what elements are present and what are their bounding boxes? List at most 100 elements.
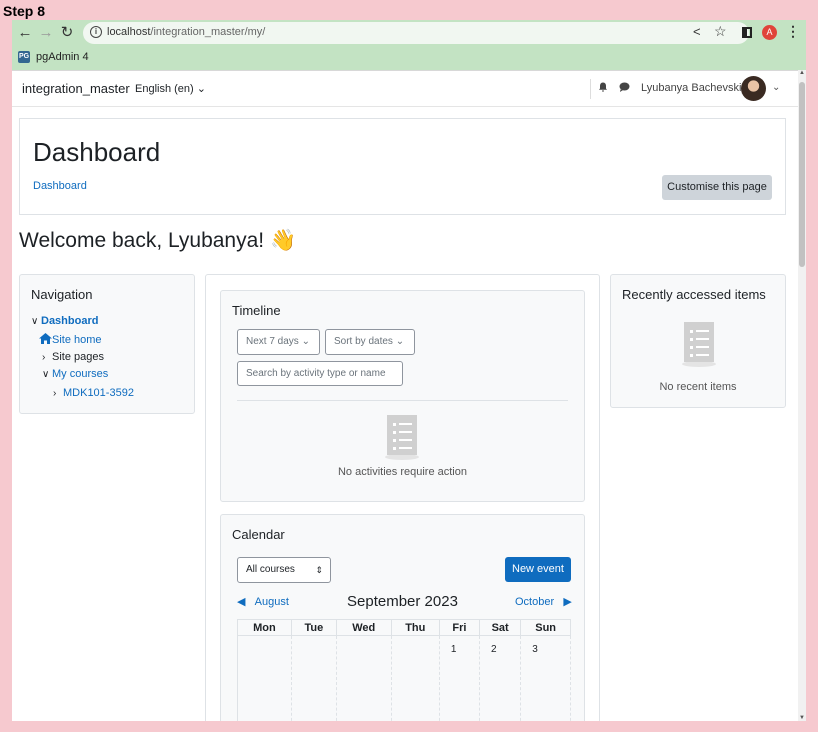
- timeline-block: Timeline Next 7 days ⌄ Sort by dates ⌄ S…: [220, 290, 585, 502]
- chevron-down-icon: ⌄: [196, 83, 206, 95]
- prev-month-link[interactable]: ◀ August: [237, 595, 289, 608]
- welcome-message: Welcome back, Lyubanya! 👋: [19, 229, 297, 252]
- main-region: Timeline Next 7 days ⌄ Sort by dates ⌄ S…: [205, 274, 600, 721]
- user-avatar[interactable]: [741, 76, 766, 101]
- bookmark-star-icon[interactable]: ☆: [714, 23, 727, 40]
- empty-recent-icon: [682, 322, 716, 367]
- calendar-title: Calendar: [232, 527, 285, 542]
- nav-item-course[interactable]: › MDK101-3592: [53, 387, 134, 399]
- weekday-header: Fri: [439, 619, 480, 636]
- calendar-course-select[interactable]: All courses ⇕: [237, 557, 331, 583]
- select-value: All courses: [246, 564, 295, 575]
- nav-item-site-pages[interactable]: › Site pages: [42, 351, 104, 363]
- scrollbar-thumb[interactable]: [799, 82, 805, 267]
- page-title: Dashboard: [33, 137, 161, 167]
- back-icon[interactable]: ←: [16, 24, 34, 42]
- page-content: integration_master English (en) ⌄ Lyuban…: [12, 70, 798, 721]
- recent-empty-text: No recent items: [659, 381, 737, 393]
- calendar-day-cell[interactable]: 3: [520, 635, 571, 721]
- chevron-down-icon: ⌄: [395, 336, 405, 347]
- new-event-button[interactable]: New event: [505, 557, 571, 582]
- divider: [590, 79, 591, 99]
- user-name[interactable]: Lyubanya Bachevskiy: [641, 82, 747, 94]
- customise-page-button[interactable]: Customise this page: [662, 175, 772, 200]
- home-icon: [39, 333, 52, 344]
- forward-icon[interactable]: →: [37, 24, 55, 42]
- menu-kebab-icon[interactable]: ⋮: [786, 23, 800, 40]
- calendar-day-cell[interactable]: [391, 635, 440, 721]
- page-header: Dashboard Dashboard Customise this page: [19, 118, 786, 215]
- timeline-sort-select[interactable]: Sort by dates ⌄: [325, 329, 415, 355]
- current-month: September 2023: [347, 593, 458, 610]
- browser-window: ← → ↻ i localhost/integration_master/my/…: [12, 20, 806, 721]
- side-panel-icon[interactable]: [742, 27, 752, 38]
- divider: [237, 400, 568, 401]
- next-month-link[interactable]: October ▶: [515, 595, 572, 608]
- pgadmin-icon: PG: [18, 51, 30, 63]
- reload-icon[interactable]: ↻: [58, 24, 76, 42]
- calendar-day-cell[interactable]: [291, 635, 337, 721]
- language-label: English (en): [135, 83, 194, 95]
- navigation-block: Navigation ∨ Dashboard Site home › Site pa…: [19, 274, 195, 414]
- share-icon[interactable]: <: [693, 24, 701, 39]
- scroll-down-icon[interactable]: ▼: [798, 715, 806, 721]
- page-scrollbar[interactable]: ▲ ▼: [798, 70, 806, 721]
- triangle-right-icon: ▶: [563, 596, 572, 608]
- empty-activities-icon: [385, 415, 419, 460]
- nav-item-label: MDK101-3592: [63, 387, 134, 399]
- calendar-day-cell[interactable]: [336, 635, 392, 721]
- nav-item-label: Site pages: [52, 351, 104, 363]
- weekday-header: Sun: [520, 619, 571, 636]
- calendar-day-cell[interactable]: [237, 635, 292, 721]
- weekday-header: Sat: [479, 619, 522, 636]
- url-text: localhost/integration_master/my/: [107, 26, 265, 38]
- step-label: Step 8: [3, 3, 46, 19]
- chevron-right-icon: ›: [53, 388, 57, 399]
- nav-item-my-courses[interactable]: ∨ My courses: [42, 368, 108, 380]
- address-bar[interactable]: i localhost/integration_master/my/ < ☆: [83, 22, 749, 44]
- chevron-right-icon: ›: [42, 352, 46, 363]
- calendar-day-cell[interactable]: 1: [439, 635, 480, 721]
- timeline-range-select[interactable]: Next 7 days ⌄: [237, 329, 320, 355]
- top-navbar: integration_master English (en) ⌄ Lyuban…: [12, 71, 798, 107]
- nav-item-dashboard[interactable]: ∨ Dashboard: [31, 315, 98, 327]
- site-info-icon[interactable]: i: [90, 26, 102, 38]
- weekday-header: Thu: [391, 619, 440, 636]
- messages-icon[interactable]: [619, 82, 630, 92]
- bookmark-pgadmin[interactable]: PG pgAdmin 4: [18, 51, 89, 63]
- timeline-title: Timeline: [232, 303, 281, 318]
- weekday-header: Mon: [237, 619, 292, 636]
- weekday-header: Wed: [336, 619, 392, 636]
- calendar-grid: Mon Tue Wed Thu Fri Sat Sun 1 2 3: [237, 619, 571, 721]
- chevron-down-icon: ∨: [42, 369, 50, 380]
- breadcrumb[interactable]: Dashboard: [33, 180, 87, 192]
- bookmark-label: pgAdmin 4: [36, 51, 89, 63]
- url-host: localhost: [107, 26, 151, 38]
- profile-avatar[interactable]: A: [762, 25, 777, 40]
- chevron-down-icon: ⌄: [301, 336, 310, 347]
- calendar-week-row: 1 2 3: [237, 635, 571, 721]
- weekday-header-row: Mon Tue Wed Thu Fri Sat Sun: [237, 619, 571, 636]
- recent-items-block: Recently accessed items No recent items: [610, 274, 786, 408]
- scroll-up-icon[interactable]: ▲: [798, 70, 806, 76]
- weekday-header: Tue: [291, 619, 337, 636]
- user-menu-chevron-icon[interactable]: ⌄: [772, 82, 780, 93]
- browser-toolbar: ← → ↻ i localhost/integration_master/my/…: [12, 20, 806, 70]
- timeline-search-input[interactable]: Search by activity type or name: [237, 361, 403, 386]
- nav-item-site-home[interactable]: Site home: [39, 333, 102, 346]
- recent-title: Recently accessed items: [622, 287, 766, 302]
- navigation-title: Navigation: [31, 287, 93, 302]
- select-value: Sort by dates: [334, 336, 393, 347]
- timeline-empty-text: No activities require action: [337, 466, 467, 478]
- updown-icon: ⇕: [315, 565, 323, 575]
- nav-item-label: Site home: [52, 334, 102, 346]
- language-menu[interactable]: English (en) ⌄: [135, 82, 206, 95]
- calendar-day-cell[interactable]: 2: [479, 635, 522, 721]
- site-name[interactable]: integration_master: [22, 81, 130, 96]
- nav-item-label: Dashboard: [41, 315, 99, 327]
- next-month-label: October: [515, 596, 555, 608]
- triangle-left-icon: ◀: [237, 596, 246, 608]
- url-path: /integration_master/my/: [150, 26, 266, 38]
- select-value: Next 7 days: [246, 336, 299, 347]
- notification-bell-icon[interactable]: [598, 82, 608, 92]
